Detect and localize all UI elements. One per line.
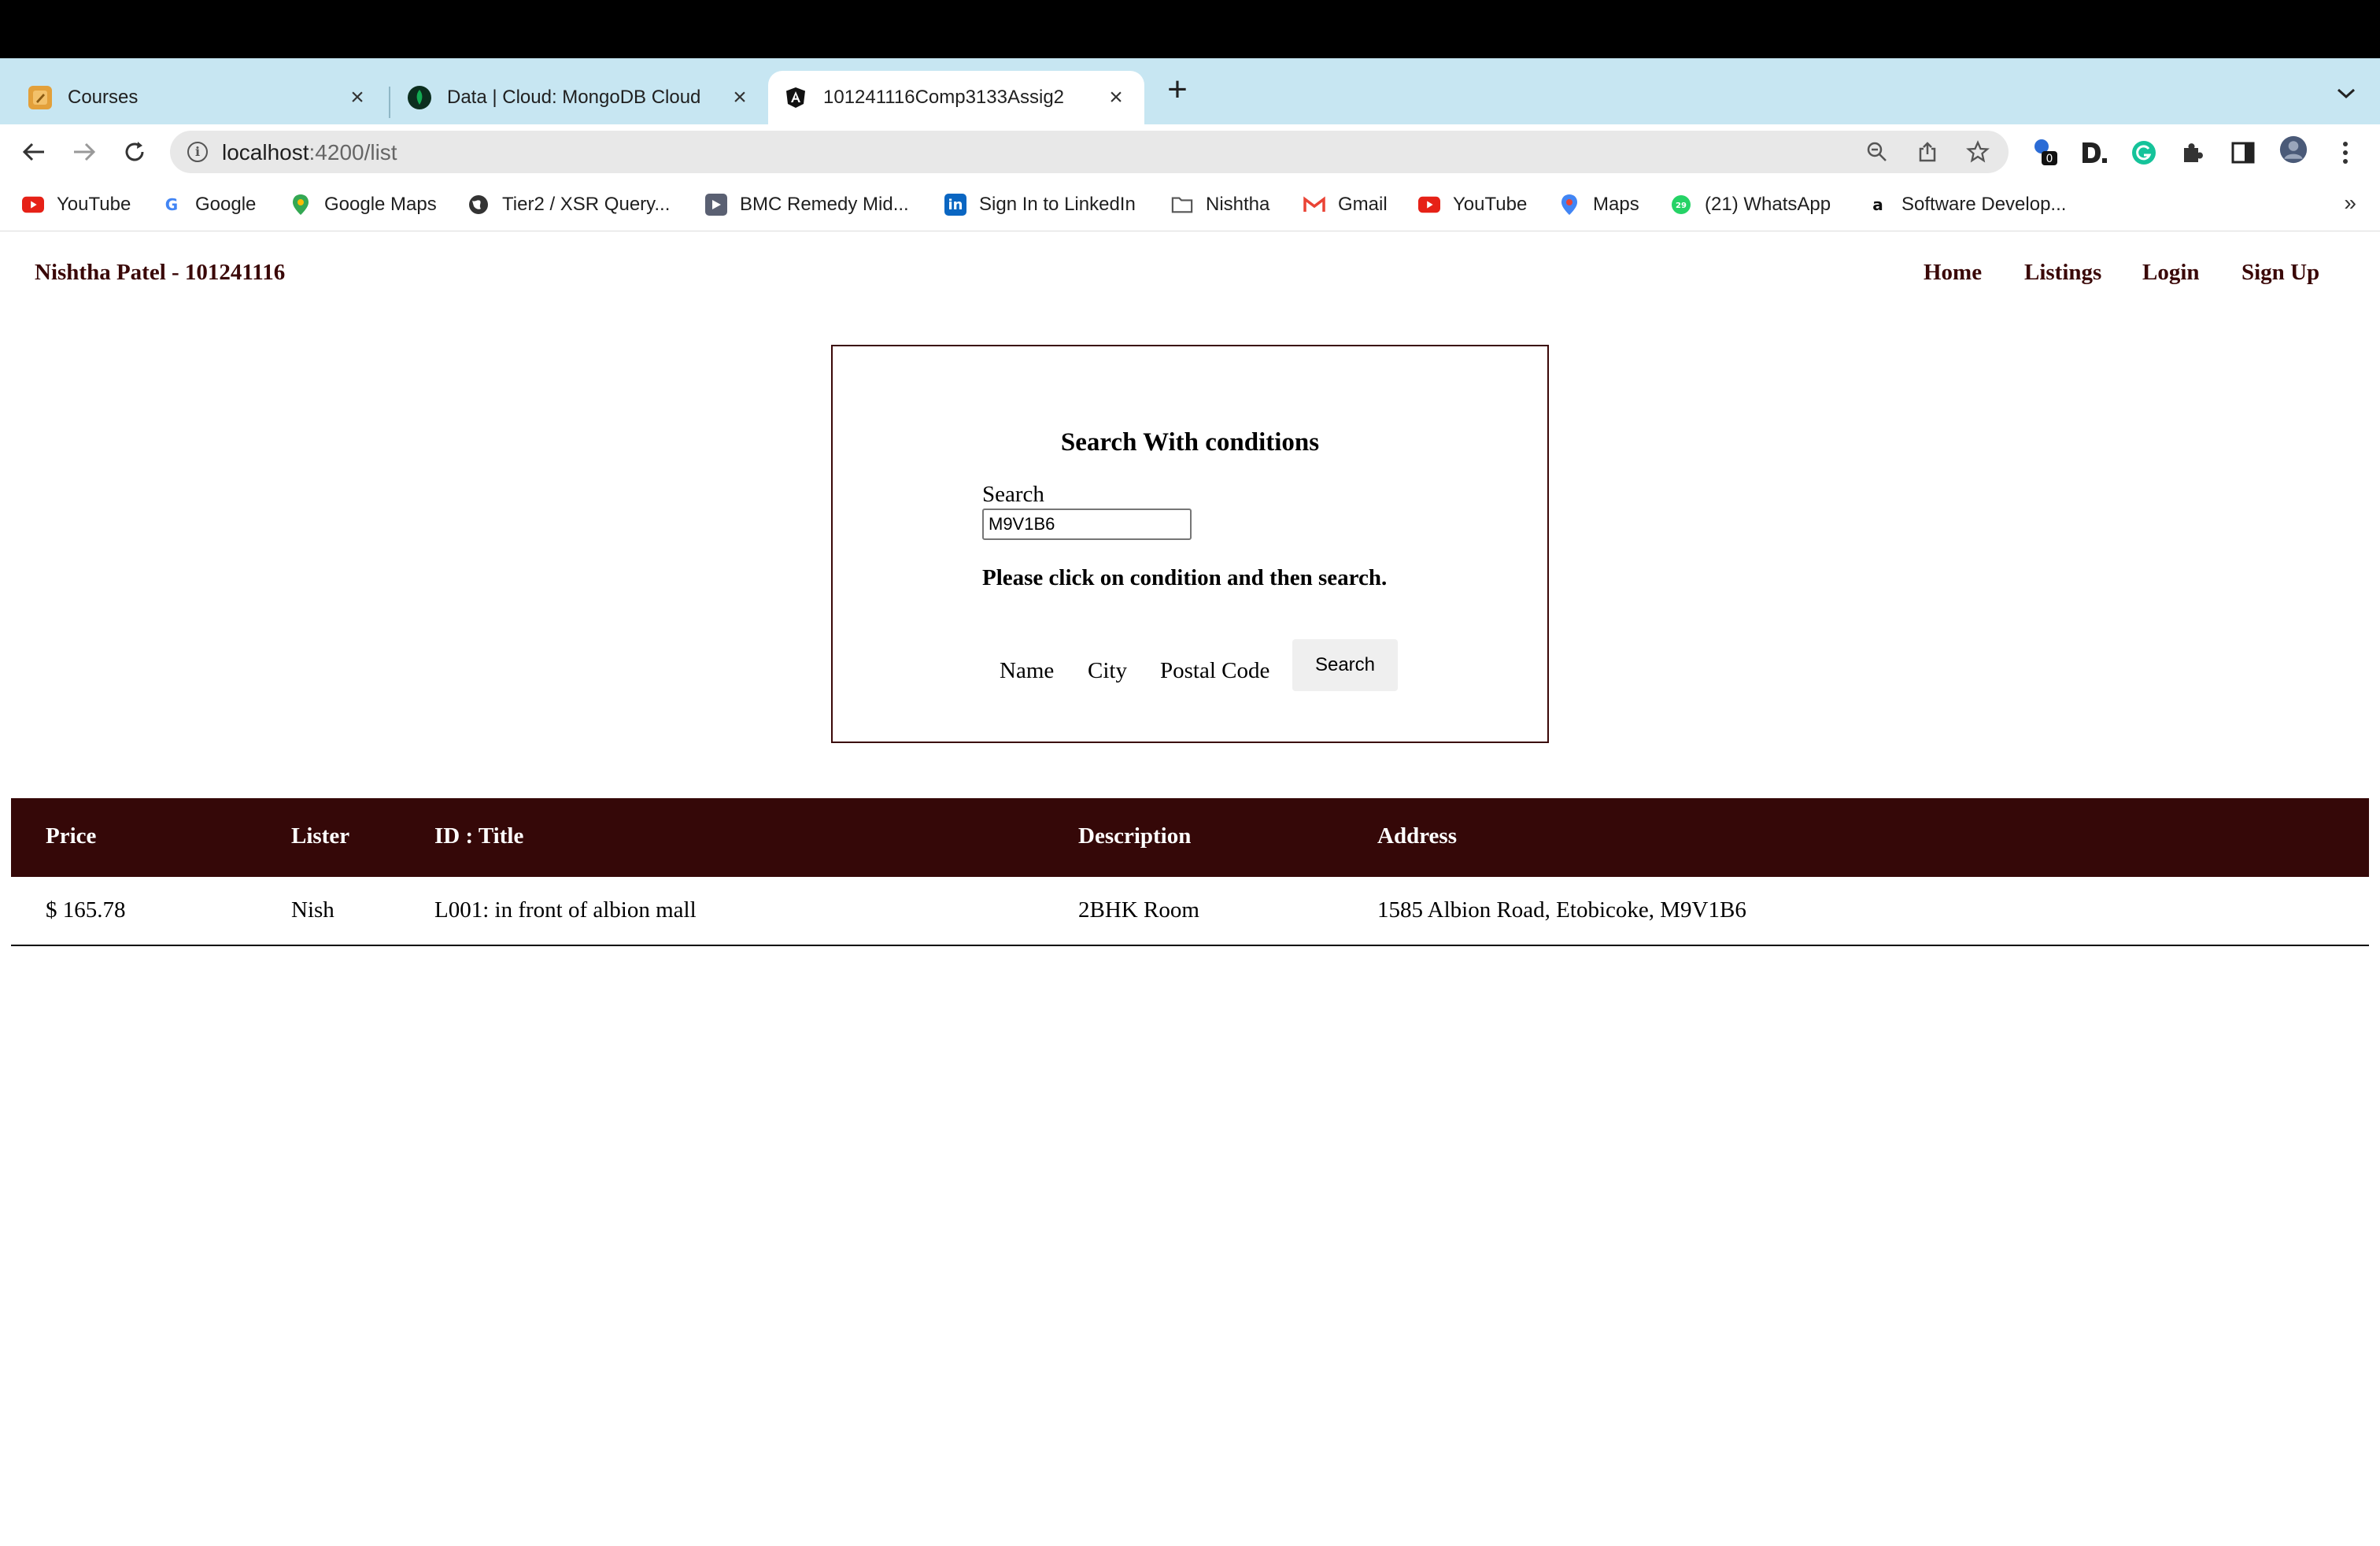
table-header: Price Lister ID : Title Description Addr…: [11, 798, 2369, 877]
angular-icon: [784, 86, 808, 109]
address-bar[interactable]: i localhost:4200/list: [170, 131, 2009, 173]
web-page: Nishtha Patel - 101241116 Home Listings …: [0, 231, 2380, 1546]
column-header-description: Description: [1078, 823, 1192, 849]
search-label: Search: [982, 482, 1044, 507]
whatsapp-icon: 29: [1670, 194, 1692, 216]
column-header-price: Price: [46, 823, 97, 849]
column-header-address: Address: [1377, 823, 1457, 849]
bookmark-google-maps[interactable]: Google Maps: [290, 189, 437, 220]
linkedin-icon: in: [944, 194, 966, 216]
bookmark-software-develop[interactable]: a Software Develop...: [1867, 189, 2066, 220]
pencil-note-icon: [28, 86, 52, 109]
gmail-icon: [1303, 194, 1325, 216]
bookmark-tier2[interactable]: Tier2 / XSR Query...: [468, 189, 670, 220]
tab-title: Data | Cloud: MongoDB Cloud: [447, 87, 701, 108]
profile-avatar[interactable]: [2279, 135, 2308, 164]
tab-title: Courses: [68, 87, 139, 108]
mongodb-leaf-icon: [408, 86, 431, 109]
cell-lister: Nish: [291, 897, 334, 923]
back-arrow-icon[interactable]: [16, 134, 52, 170]
nav-login[interactable]: Login: [2142, 260, 2200, 286]
google-icon: G: [164, 195, 179, 214]
zoom-icon[interactable]: [1865, 140, 1889, 164]
bookmark-youtube-2[interactable]: YouTube: [1418, 189, 1527, 220]
extension-counter-icon[interactable]: 0: [2031, 137, 2059, 165]
browser-menu-icon[interactable]: [2331, 139, 2360, 167]
bookmark-youtube[interactable]: YouTube: [22, 189, 131, 220]
table-row: $ 165.78 Nish L001: in front of albion m…: [11, 877, 2369, 946]
new-tab-button[interactable]: +: [1160, 72, 1195, 109]
close-icon[interactable]: ×: [342, 82, 373, 113]
tab-mongodb[interactable]: Data | Cloud: MongoDB Cloud ×: [390, 71, 768, 124]
tab-courses[interactable]: Courses ×: [0, 71, 386, 124]
system-top-bar: [0, 0, 2380, 58]
column-header-id-title: ID : Title: [434, 823, 524, 849]
close-icon[interactable]: ×: [724, 82, 756, 113]
url-text[interactable]: localhost:4200/list: [222, 140, 397, 165]
nav-sign-up[interactable]: Sign Up: [2241, 260, 2319, 286]
maps-pin-icon: [1558, 194, 1580, 216]
listings-table: Price Lister ID : Title Description Addr…: [11, 798, 2369, 946]
site-info-icon[interactable]: i: [187, 142, 208, 162]
grammarly-icon[interactable]: [2130, 139, 2158, 167]
folder-icon: [1171, 194, 1193, 216]
reload-icon[interactable]: [116, 134, 153, 170]
search-hint: Please click on condition and then searc…: [982, 565, 1388, 590]
globe-icon: [468, 194, 490, 216]
side-panel-icon[interactable]: [2229, 139, 2257, 167]
bookmark-star-icon[interactable]: [1966, 140, 1990, 164]
svg-text:0: 0: [2046, 153, 2053, 165]
condition-postal-code[interactable]: Postal Code: [1160, 658, 1269, 684]
youtube-icon: [22, 194, 44, 216]
nav-home[interactable]: Home: [1924, 260, 1982, 286]
column-header-lister: Lister: [291, 823, 350, 849]
browser-toolbar: i localhost:4200/list 0: [0, 124, 2380, 179]
search-title: Search With conditions: [1060, 428, 1320, 457]
share-icon[interactable]: [1916, 140, 1939, 164]
bmc-icon: [705, 194, 727, 216]
condition-city[interactable]: City: [1088, 658, 1127, 684]
amazon-icon: a: [1872, 195, 1883, 214]
forward-arrow-icon[interactable]: [66, 134, 102, 170]
cell-address: 1585 Albion Road, Etobicoke, M9V1B6: [1377, 897, 1746, 923]
cell-description: 2BHK Room: [1078, 897, 1199, 923]
tab-search-chevron-icon[interactable]: [2336, 80, 2356, 105]
extensions-puzzle-icon[interactable]: [2179, 139, 2207, 167]
bookmark-bmc-remedy[interactable]: BMC Remedy Mid...: [705, 189, 909, 220]
dashlane-icon[interactable]: [2079, 139, 2108, 167]
tab-title: 101241116Comp3133Assig2: [823, 87, 1065, 108]
nav-listings[interactable]: Listings: [2024, 260, 2101, 286]
bookmark-folder-nishtha[interactable]: Nishtha: [1171, 189, 1269, 220]
bookmark-google[interactable]: G Google: [161, 189, 257, 220]
bookmark-gmail[interactable]: Gmail: [1303, 189, 1388, 220]
cell-id-title: L001: in front of albion mall: [434, 897, 697, 923]
youtube-icon: [1418, 194, 1440, 216]
cell-price: $ 165.78: [46, 897, 126, 923]
search-panel: Search With conditions Search Please cli…: [831, 345, 1549, 743]
bookmark-maps[interactable]: Maps: [1558, 189, 1639, 220]
site-brand: Nishtha Patel - 101241116: [35, 260, 286, 285]
search-input[interactable]: [982, 509, 1192, 540]
maps-pin-icon: [290, 194, 312, 216]
svg-text:29: 29: [1676, 202, 1687, 210]
condition-name[interactable]: Name: [1000, 658, 1054, 684]
tab-active-assignment[interactable]: 101241116Comp3133Assig2 ×: [768, 71, 1144, 124]
bookmark-whatsapp[interactable]: 29 (21) WhatsApp: [1670, 189, 1831, 220]
bookmarks-overflow-button[interactable]: »: [2344, 190, 2356, 216]
bookmarks-bar: YouTube G Google Google Maps Tier2 / XSR…: [0, 179, 2380, 231]
bookmark-linkedin[interactable]: in Sign In to LinkedIn: [944, 189, 1136, 220]
close-icon[interactable]: ×: [1100, 82, 1132, 113]
search-button[interactable]: Search: [1292, 639, 1398, 691]
